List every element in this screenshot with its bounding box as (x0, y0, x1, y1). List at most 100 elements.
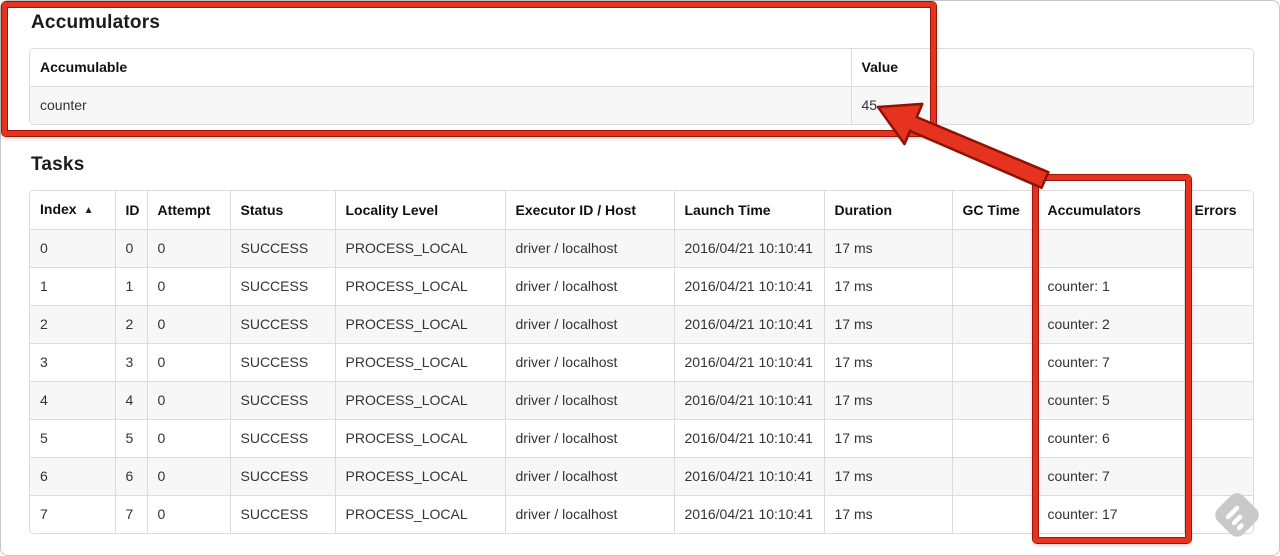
column-header-label: Index (40, 201, 77, 217)
table-cell: 0 (146, 381, 231, 420)
table-row: 7 7 0 SUCCESS PROCESS_LOCAL driver / localhos… (30, 495, 1253, 533)
table-cell: 2016/04/21 10:10:41 (673, 343, 825, 382)
table-cell: counter: 7 (1036, 343, 1185, 382)
table-cell: PROCESS_LOCAL (334, 419, 506, 458)
table-cell: PROCESS_LOCAL (334, 495, 506, 533)
table-cell: 2016/04/21 10:10:41 (673, 457, 825, 496)
table-cell: counter: 17 (1036, 495, 1185, 533)
table-cell: 45 (850, 86, 1253, 124)
table-row: 4 4 0 SUCCESS PROCESS_LOCAL driver / localhos… (30, 381, 1253, 420)
table-cell (1183, 457, 1253, 496)
table-cell: 4 (30, 381, 116, 420)
tasks-section-heading: Tasks (31, 154, 85, 175)
column-header-duration[interactable]: Duration (823, 191, 953, 230)
table-cell: 5 (30, 419, 116, 458)
table-cell: 2 (114, 305, 148, 344)
column-header-accumulators[interactable]: Accumulators (1036, 191, 1185, 230)
table-cell (951, 457, 1038, 496)
table-cell: 3 (30, 343, 116, 382)
table-cell: counter: 1 (1036, 267, 1185, 306)
table-cell: driver / localhost (504, 343, 675, 382)
table-cell: driver / localhost (504, 457, 675, 496)
column-header-label: Accumulators (1047, 201, 1141, 218)
table-cell: 2016/04/21 10:10:41 (673, 419, 825, 458)
table-cell: 7 (114, 495, 148, 533)
table-row: 0 0 0 SUCCESS PROCESS_LOCAL driver / localhos… (30, 229, 1253, 268)
column-header-label: GC Time (962, 201, 1020, 218)
column-header-index[interactable]: Index ▲ (30, 191, 116, 230)
table-cell (951, 495, 1038, 533)
table-cell: 17 ms (823, 419, 953, 458)
table-cell: 0 (146, 419, 231, 458)
table-cell: 0 (146, 305, 231, 344)
table-cell: 0 (146, 457, 231, 496)
column-header-value[interactable]: Value (850, 49, 1253, 87)
table-cell: 17 ms (823, 343, 953, 382)
column-header-label: Value (861, 59, 899, 75)
table-cell: 17 ms (823, 267, 953, 306)
column-header-launch-time[interactable]: Launch Time (673, 191, 825, 230)
table-cell: 5 (114, 419, 148, 458)
table-cell: counter (30, 86, 852, 124)
table-cell: 2 (30, 305, 116, 344)
table-cell: 2016/04/21 10:10:41 (673, 381, 825, 420)
table-cell (1183, 305, 1253, 344)
spark-ui-page: Accumulators Accumulable Value counter 45 … (0, 0, 1280, 556)
column-header-label: Executor ID / Host (515, 201, 637, 218)
table-cell: SUCCESS (229, 457, 336, 496)
column-header-label: Errors (1194, 201, 1237, 218)
table-cell (1036, 229, 1185, 268)
column-header-label: Launch Time (684, 201, 771, 218)
tasks-table-container: Index ▲ ID Attempt Status Locality Level Execu… (29, 190, 1254, 534)
table-cell (1183, 381, 1253, 420)
table-header-row: Index ▲ ID Attempt Status Locality Level Execu… (30, 191, 1253, 230)
table-cell: counter: 6 (1036, 419, 1185, 458)
column-header-executor-id-host[interactable]: Executor ID / Host (504, 191, 675, 230)
table-cell: 1 (114, 267, 148, 306)
table-cell: PROCESS_LOCAL (334, 267, 506, 306)
table-row: 3 3 0 SUCCESS PROCESS_LOCAL driver / localhos… (30, 343, 1253, 382)
table-cell: 4 (114, 381, 148, 420)
table-cell: driver / localhost (504, 267, 675, 306)
column-header-label: Accumulable (40, 59, 128, 75)
column-header-status[interactable]: Status (229, 191, 336, 230)
table-cell: driver / localhost (504, 305, 675, 344)
column-header-label: Duration (834, 201, 893, 218)
table-cell (1183, 495, 1253, 533)
table-cell: SUCCESS (229, 381, 336, 420)
table-cell: 0 (146, 495, 231, 533)
table-cell: counter: 2 (1036, 305, 1185, 344)
table-cell: counter: 7 (1036, 457, 1185, 496)
accumulators-table-container: Accumulable Value counter 45 (29, 48, 1254, 125)
accumulators-table: Accumulable Value counter 45 (30, 49, 1253, 124)
table-cell: PROCESS_LOCAL (334, 305, 506, 344)
accumulators-section-heading: Accumulators (31, 12, 161, 33)
column-header-attempt[interactable]: Attempt (146, 191, 231, 230)
column-header-locality-level[interactable]: Locality Level (334, 191, 506, 230)
table-cell (951, 419, 1038, 458)
table-cell (1183, 267, 1253, 306)
column-header-gc-time[interactable]: GC Time (951, 191, 1038, 230)
table-cell: SUCCESS (229, 495, 336, 533)
table-cell: 2016/04/21 10:10:41 (673, 305, 825, 344)
table-row: 6 6 0 SUCCESS PROCESS_LOCAL driver / localhos… (30, 457, 1253, 496)
table-cell (1183, 419, 1253, 458)
table-cell: PROCESS_LOCAL (334, 343, 506, 382)
table-cell: 2016/04/21 10:10:41 (673, 229, 825, 268)
table-cell: 6 (114, 457, 148, 496)
table-header-row: Accumulable Value (30, 49, 1253, 87)
column-header-label: Locality Level (345, 201, 439, 218)
table-cell: 17 ms (823, 381, 953, 420)
column-header-id[interactable]: ID (114, 191, 148, 230)
table-cell: counter: 5 (1036, 381, 1185, 420)
table-cell: PROCESS_LOCAL (334, 229, 506, 268)
table-cell: 0 (114, 229, 148, 268)
column-header-accumulable[interactable]: Accumulable (30, 49, 852, 87)
table-cell: 17 ms (823, 457, 953, 496)
table-row: counter 45 (30, 86, 1253, 124)
table-row: 2 2 0 SUCCESS PROCESS_LOCAL driver / localhos… (30, 305, 1253, 344)
table-cell: 2016/04/21 10:10:41 (673, 495, 825, 533)
table-cell: 6 (30, 457, 116, 496)
table-cell: driver / localhost (504, 381, 675, 420)
column-header-errors[interactable]: Errors (1183, 191, 1253, 230)
